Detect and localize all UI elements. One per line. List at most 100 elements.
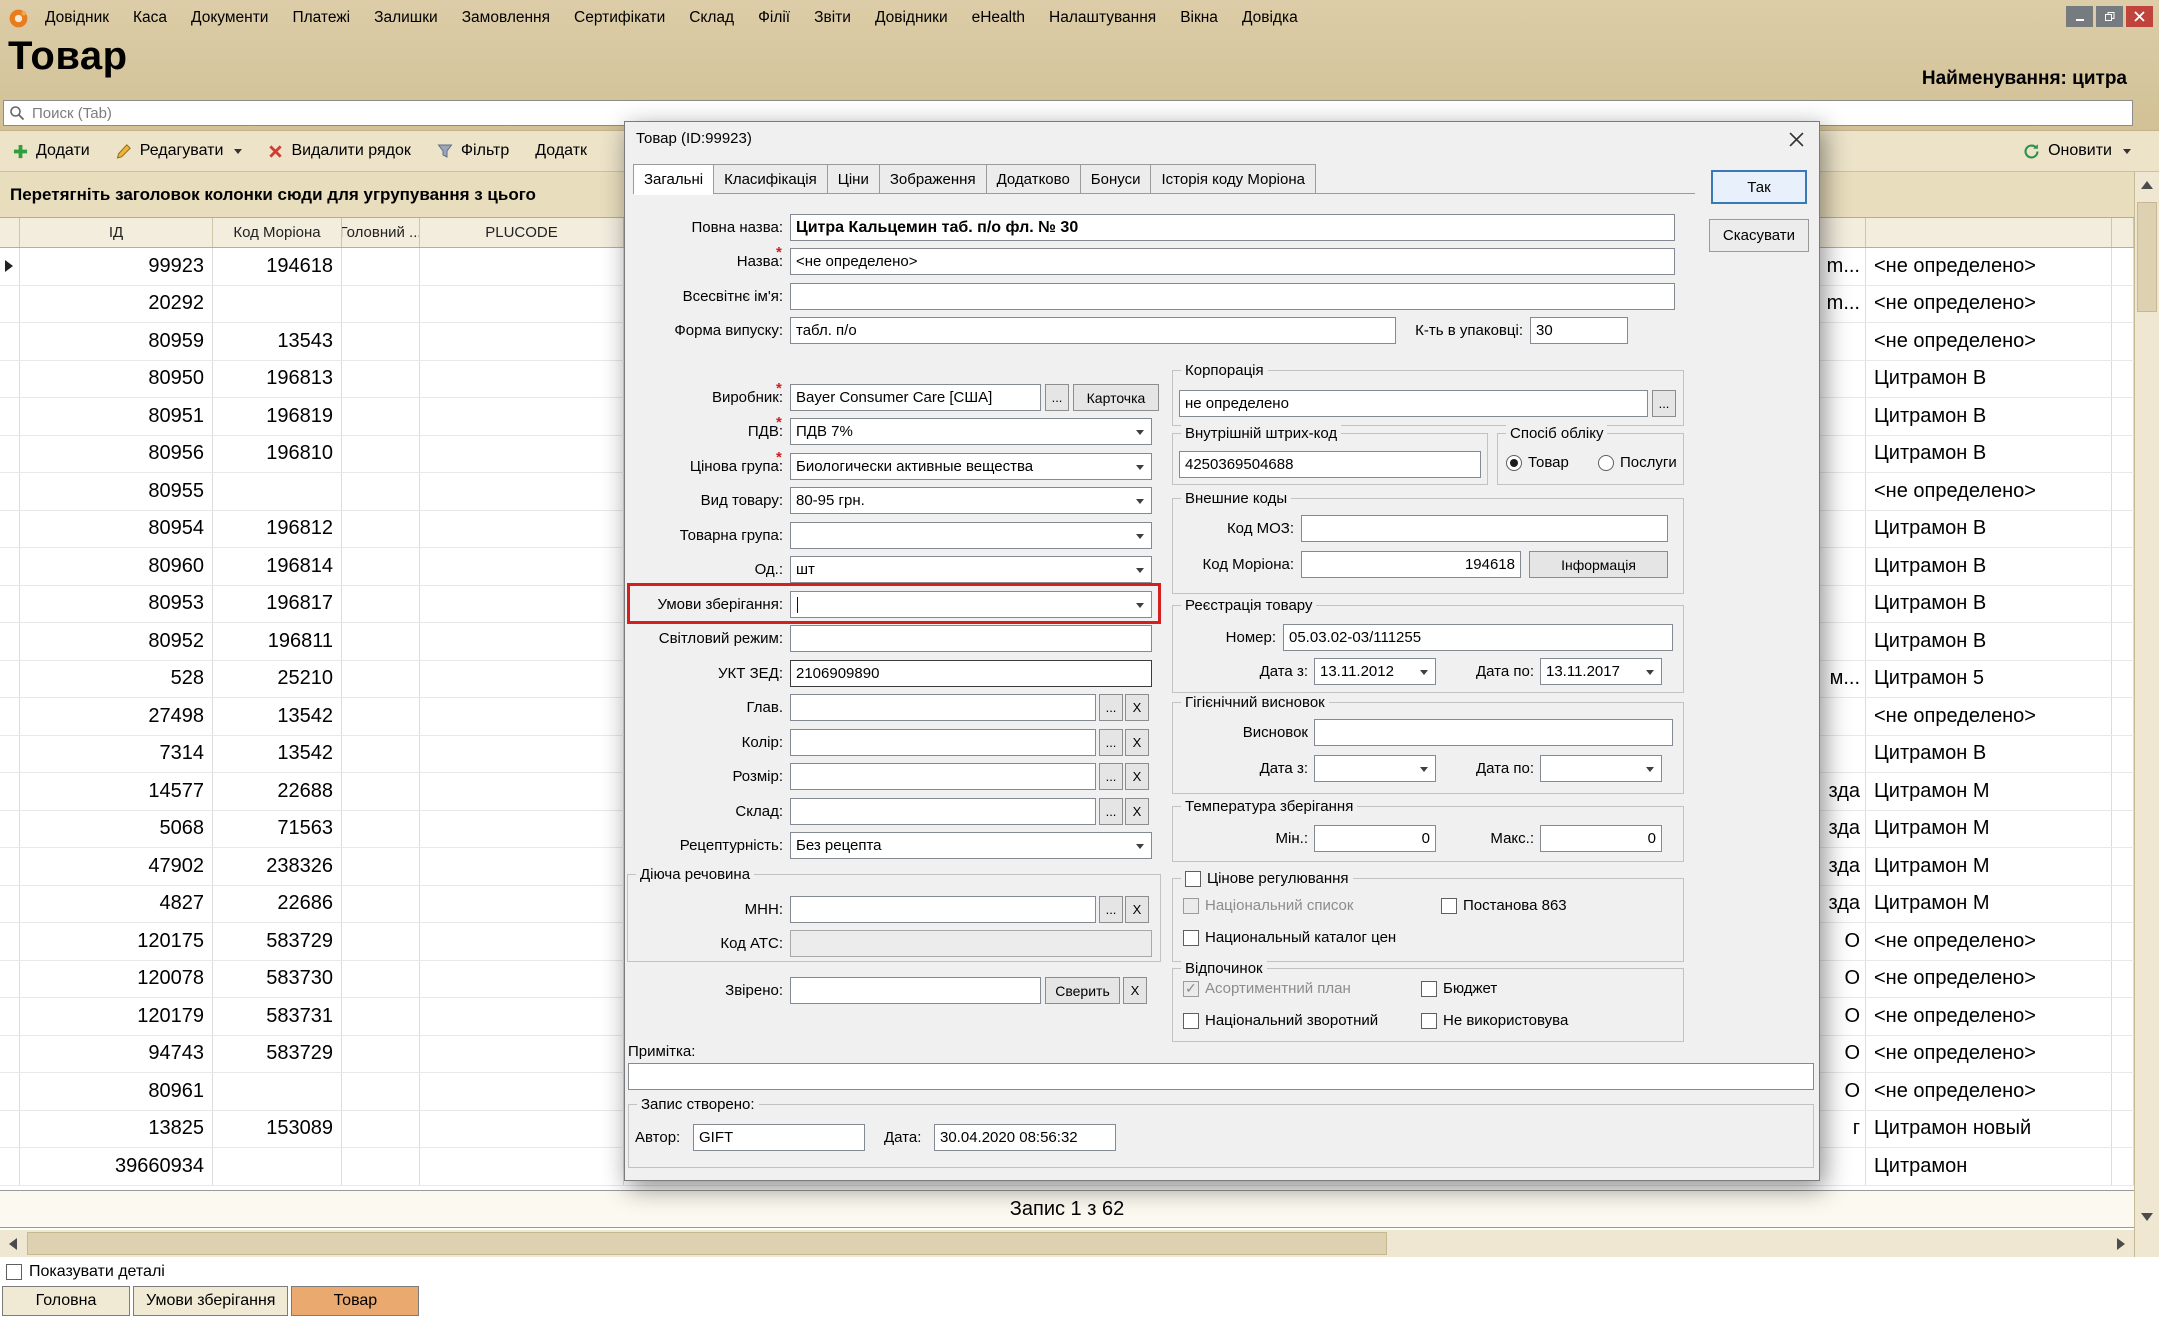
vat-select[interactable]: ПДВ 7% [790,418,1152,445]
full-name-input[interactable]: Цитра Кальцемин таб. п/о фл. № 30 [790,214,1675,241]
delete-row-button[interactable]: Видалити рядок [255,131,423,171]
glav-ellipsis-button[interactable]: ... [1099,694,1123,721]
world-name-input[interactable] [790,283,1675,310]
menu-item[interactable]: Сертифікати [562,9,677,27]
vertical-scroll-thumb[interactable] [2137,202,2157,312]
author-input[interactable]: GIFT [693,1124,865,1151]
atc-input[interactable] [790,930,1152,957]
bottom-tab[interactable]: Товар [291,1286,419,1316]
dialog-tab[interactable]: Історія коду Моріона [1151,164,1316,194]
size-clear-button[interactable]: X [1125,763,1149,790]
dialog-tab[interactable]: Класифікація [714,164,828,194]
warehouse-ellipsis-button[interactable]: ... [1099,798,1123,825]
menu-item[interactable]: Довідники [863,9,960,27]
created-date-input[interactable]: 30.04.2020 08:56:32 [934,1124,1116,1151]
price-group-select[interactable]: Биологически активные вещества [790,453,1152,480]
dialog-tab[interactable]: Додатково [987,164,1081,194]
morion-info-button[interactable]: Інформація [1529,551,1668,578]
warehouse-input[interactable] [790,798,1096,825]
national-list-option[interactable]: Національний список [1183,897,1353,914]
more-button[interactable]: Додатк [522,131,600,171]
menu-item[interactable]: Вікна [1168,9,1230,27]
glav-clear-button[interactable]: X [1125,694,1149,721]
dialog-close-button[interactable] [1773,122,1819,156]
hyg-date-from-select[interactable] [1314,755,1436,782]
menu-item[interactable]: Замовлення [450,9,562,27]
mnn-clear-button[interactable]: X [1125,896,1149,923]
menu-item[interactable]: Довідник [33,9,121,27]
light-mode-input[interactable] [790,625,1152,652]
menu-item[interactable]: Залишки [362,9,450,27]
product-group-select[interactable] [790,522,1152,549]
menu-item[interactable]: Склад [677,9,746,27]
filter-button[interactable]: Фільтр [424,131,522,171]
bottom-tab[interactable]: Умови зберігання [133,1286,288,1316]
size-input[interactable] [790,763,1096,790]
note-input[interactable] [628,1063,1814,1090]
show-details-toggle[interactable]: Показувати деталі [6,1260,165,1284]
product-kind-select[interactable]: 80-95 грн. [790,487,1152,514]
scroll-left-button[interactable] [0,1230,26,1257]
verified-clear-button[interactable]: X [1123,977,1147,1004]
verify-button[interactable]: Сверить [1045,977,1120,1004]
horizontal-scroll-thumb[interactable] [27,1232,1387,1255]
dialog-tab[interactable]: Ціни [828,164,880,194]
not-use-option[interactable]: Не використовува [1421,1012,1568,1029]
menu-item[interactable]: Каса [121,9,179,27]
bottom-tab[interactable]: Головна [2,1286,130,1316]
dialog-tab[interactable]: Загальні [633,164,714,194]
scroll-up-button[interactable] [2135,172,2159,198]
ok-button[interactable]: Так [1711,170,1807,204]
dialog-tab[interactable]: Бонуси [1081,164,1152,194]
show-details-checkbox[interactable] [6,1264,22,1280]
hyg-date-to-select[interactable] [1540,755,1662,782]
size-ellipsis-button[interactable]: ... [1099,763,1123,790]
menu-item[interactable]: Платежі [280,9,362,27]
morion-code-input[interactable]: 194618 [1301,551,1521,578]
dialog-tab[interactable]: Зображення [880,164,987,194]
reg-number-input[interactable]: 05.03.02-03/111255 [1283,624,1673,651]
name-input[interactable]: <не определено> [790,248,1675,275]
warehouse-clear-button[interactable]: X [1125,798,1149,825]
ukt-zed-input[interactable]: 2106909890 [790,660,1152,687]
verified-input[interactable] [790,977,1041,1004]
producer-input[interactable]: Bayer Consumer Care [США] [790,384,1041,411]
cancel-button[interactable]: Скасувати [1709,219,1809,252]
horizontal-scrollbar[interactable] [0,1230,2134,1257]
menu-item[interactable]: Звіти [802,9,863,27]
assortment-plan-option[interactable]: Асортиментний план [1183,980,1351,997]
producer-card-button[interactable]: Карточка [1073,384,1159,411]
price-regulation-checkbox[interactable] [1185,871,1201,887]
color-input[interactable] [790,729,1096,756]
producer-ellipsis-button[interactable]: ... [1045,384,1069,411]
column-header[interactable]: PLUCODE [420,218,624,247]
color-ellipsis-button[interactable]: ... [1099,729,1123,756]
rx-select[interactable]: Без рецепта [790,832,1152,859]
unit-select[interactable]: шт [790,556,1152,583]
restore-button[interactable] [2096,6,2123,27]
mnn-ellipsis-button[interactable]: ... [1099,896,1123,923]
vertical-scrollbar[interactable] [2134,172,2159,1257]
corporation-input[interactable]: не определено [1179,390,1648,417]
menu-item[interactable]: Довідка [1230,9,1310,27]
menu-item[interactable]: Філії [746,9,802,27]
scroll-right-button[interactable] [2108,1230,2134,1257]
add-button[interactable]: Додати [0,131,103,171]
budget-option[interactable]: Бюджет [1421,980,1497,997]
scroll-down-button[interactable] [2135,1204,2159,1230]
menu-item[interactable]: Налаштування [1037,9,1168,27]
glav-input[interactable] [790,694,1096,721]
national-return-option[interactable]: Національний зворотний [1183,1012,1378,1029]
temp-max-input[interactable]: 0 [1540,825,1662,852]
refresh-button[interactable]: Оновити [2023,131,2131,171]
column-header[interactable]: Код Моріона [213,218,342,247]
menu-item[interactable]: eHealth [960,9,1037,27]
conclusion-input[interactable] [1314,719,1673,746]
pack-qty-input[interactable]: 30 [1530,317,1628,344]
close-button[interactable] [2126,6,2153,27]
barcode-input[interactable]: 4250369504688 [1179,451,1481,478]
color-clear-button[interactable]: X [1125,729,1149,756]
corporation-ellipsis-button[interactable]: ... [1652,390,1676,417]
national-catalog-option[interactable]: Национальный каталог цен [1183,929,1396,946]
account-radio-services[interactable]: Послуги [1598,454,1677,471]
